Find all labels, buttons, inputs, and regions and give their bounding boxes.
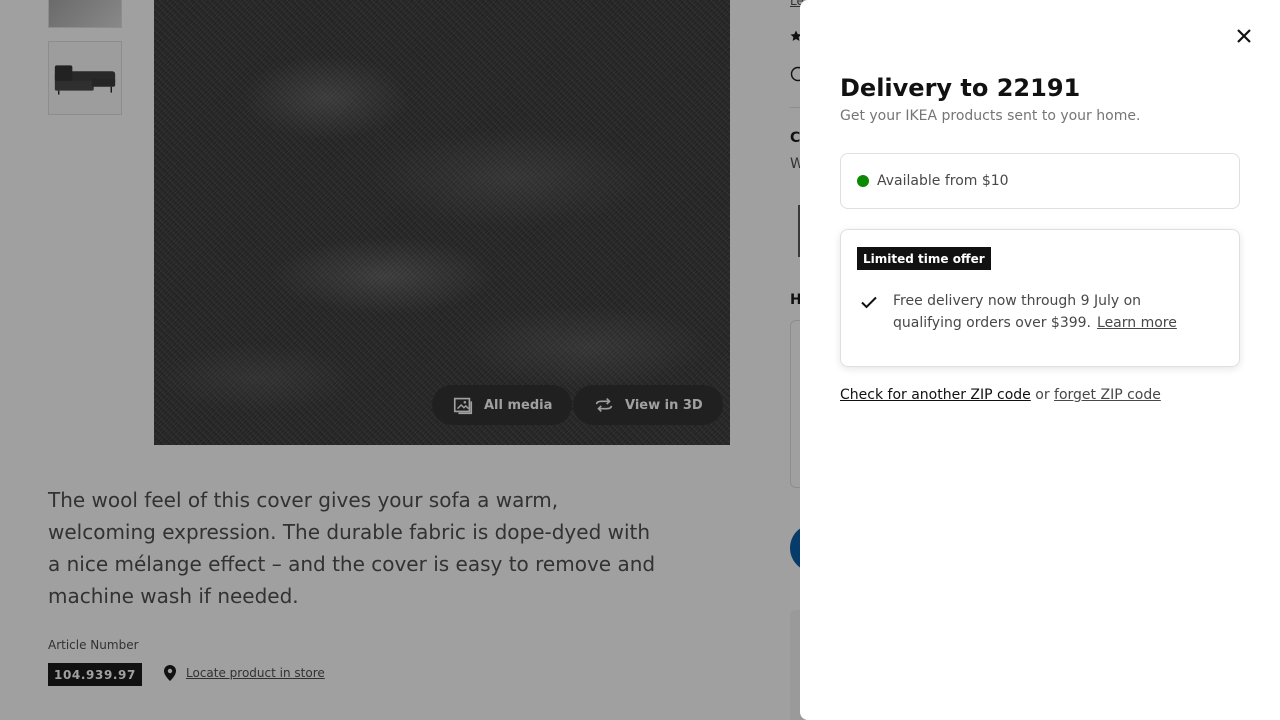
zip-or-text: or <box>1030 387 1055 403</box>
close-button[interactable] <box>1226 18 1262 54</box>
close-icon <box>1237 29 1251 43</box>
availability-card: Available from $10 <box>840 153 1240 209</box>
learn-more-link[interactable]: Learn more <box>1097 315 1177 331</box>
modal-subtitle: Get your IKEA products sent to your home… <box>840 108 1141 124</box>
zip-code-actions: Check for another ZIP code or forget ZIP… <box>840 387 1161 403</box>
available-status-dot <box>857 175 869 187</box>
availability-text: Available from $10 <box>877 173 1009 189</box>
modal-title: Delivery to 22191 <box>840 74 1081 102</box>
limited-offer-badge: Limited time offer <box>857 247 991 270</box>
delivery-modal: Delivery to 22191 Get your IKEA products… <box>800 0 1280 720</box>
offer-description: Free delivery now through 9 July on qual… <box>893 290 1213 334</box>
check-another-zip-link[interactable]: Check for another ZIP code <box>840 387 1031 403</box>
checkmark-icon <box>861 296 877 309</box>
forget-zip-link[interactable]: forget ZIP code <box>1054 387 1161 403</box>
limited-offer-card: Limited time offer Free delivery now thr… <box>840 229 1240 367</box>
